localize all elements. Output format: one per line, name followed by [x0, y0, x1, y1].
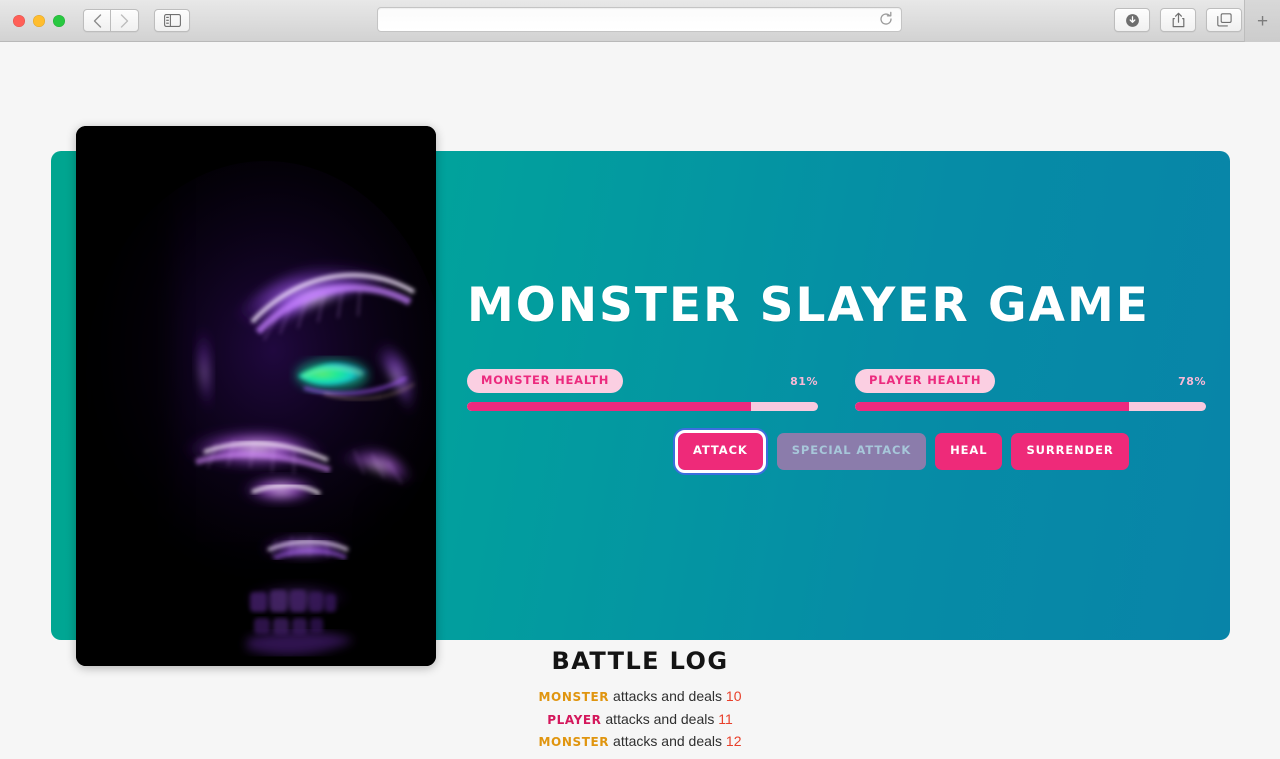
battle-log-text: attacks and deals — [605, 756, 722, 759]
player-health-header: PLAYER HEALTH 78% — [855, 368, 1206, 394]
battle-log-entry: PLAYER attacks and deals 8 — [0, 754, 1280, 759]
heal-button[interactable]: HEAL — [935, 433, 1003, 470]
battle-log-damage: 12 — [725, 733, 742, 749]
monster-health-block: MONSTER HEALTH 81% — [467, 368, 818, 411]
minimize-window-button[interactable] — [33, 14, 45, 27]
battle-log: BATTLE LOG MONSTER attacks and deals 10 P… — [0, 649, 1280, 759]
battle-log-list: MONSTER attacks and deals 10 PLAYER attac… — [0, 686, 1280, 759]
monster-health-percent: 81% — [790, 374, 818, 388]
downloads-icon — [1125, 13, 1139, 27]
special-attack-button[interactable]: SPECIAL ATTACK — [776, 433, 927, 470]
chevron-right-icon — [120, 13, 129, 28]
share-button[interactable] — [1160, 8, 1196, 32]
battle-log-text: attacks and deals — [609, 688, 726, 704]
back-button[interactable] — [83, 9, 111, 32]
attack-button[interactable]: ATTACK — [675, 430, 766, 473]
battle-log-entry: PLAYER attacks and deals 11 — [0, 709, 1280, 732]
monster-health-header: MONSTER HEALTH 81% — [467, 368, 818, 394]
player-health-track — [855, 402, 1206, 411]
surrender-button[interactable]: SURRENDER — [1011, 433, 1129, 470]
battle-log-actor: PLAYER — [547, 712, 602, 727]
reload-icon[interactable] — [878, 11, 894, 27]
zoom-window-button[interactable] — [53, 14, 65, 27]
page-title: MONSTER SLAYER GAME — [467, 278, 1150, 333]
chevron-left-icon — [93, 13, 101, 28]
player-health-block: PLAYER HEALTH 78% — [855, 368, 1206, 411]
toolbar-right-actions — [1114, 8, 1242, 32]
game-controls: ATTACK SPECIAL ATTACK HEAL SURRENDER — [675, 430, 1129, 473]
address-input[interactable] — [377, 7, 902, 32]
battle-log-title: BATTLE LOG — [551, 647, 729, 675]
sidebar-toggle-button[interactable] — [154, 9, 190, 32]
tab-overview-button[interactable] — [1206, 8, 1242, 32]
health-bars-row: MONSTER HEALTH 81% PLAYER HEALTH 78% — [467, 368, 1207, 411]
browser-toolbar: + — [0, 0, 1280, 42]
share-icon — [1172, 12, 1184, 28]
monster-health-track — [467, 402, 818, 411]
address-bar-container — [377, 7, 902, 32]
monster-face-art — [76, 126, 436, 666]
battle-log-damage: 10 — [725, 688, 742, 704]
sidebar-icon — [163, 14, 181, 27]
tab-overview-icon — [1216, 13, 1232, 27]
battle-log-actor: MONSTER — [538, 735, 610, 749]
battle-log-text: attacks and deals — [609, 733, 726, 749]
forward-button[interactable] — [111, 9, 139, 32]
battle-log-damage: 11 — [718, 710, 733, 727]
battle-log-entry: MONSTER attacks and deals 10 — [0, 686, 1280, 709]
monster-health-fill — [467, 402, 752, 411]
monster-image-card — [76, 126, 436, 666]
monster-health-label: MONSTER HEALTH — [467, 368, 624, 394]
window-traffic-lights — [13, 14, 65, 27]
player-health-label: PLAYER HEALTH — [855, 368, 996, 394]
battle-log-actor: MONSTER — [538, 690, 610, 704]
page-body: MONSTER SLAYER GAME MONSTER HEALTH 81% P… — [0, 42, 1280, 759]
battle-log-entry: MONSTER attacks and deals 12 — [0, 731, 1280, 754]
battle-log-damage: 8 — [722, 756, 730, 759]
downloads-button[interactable] — [1114, 8, 1150, 32]
player-health-percent: 78% — [1178, 374, 1206, 388]
new-tab-button[interactable]: + — [1244, 0, 1280, 42]
navigation-buttons — [83, 9, 139, 32]
player-health-fill — [855, 402, 1129, 411]
battle-log-text: attacks and deals — [601, 710, 719, 727]
close-window-button[interactable] — [13, 14, 25, 27]
game-hero-content: MONSTER SLAYER GAME — [467, 282, 1207, 329]
